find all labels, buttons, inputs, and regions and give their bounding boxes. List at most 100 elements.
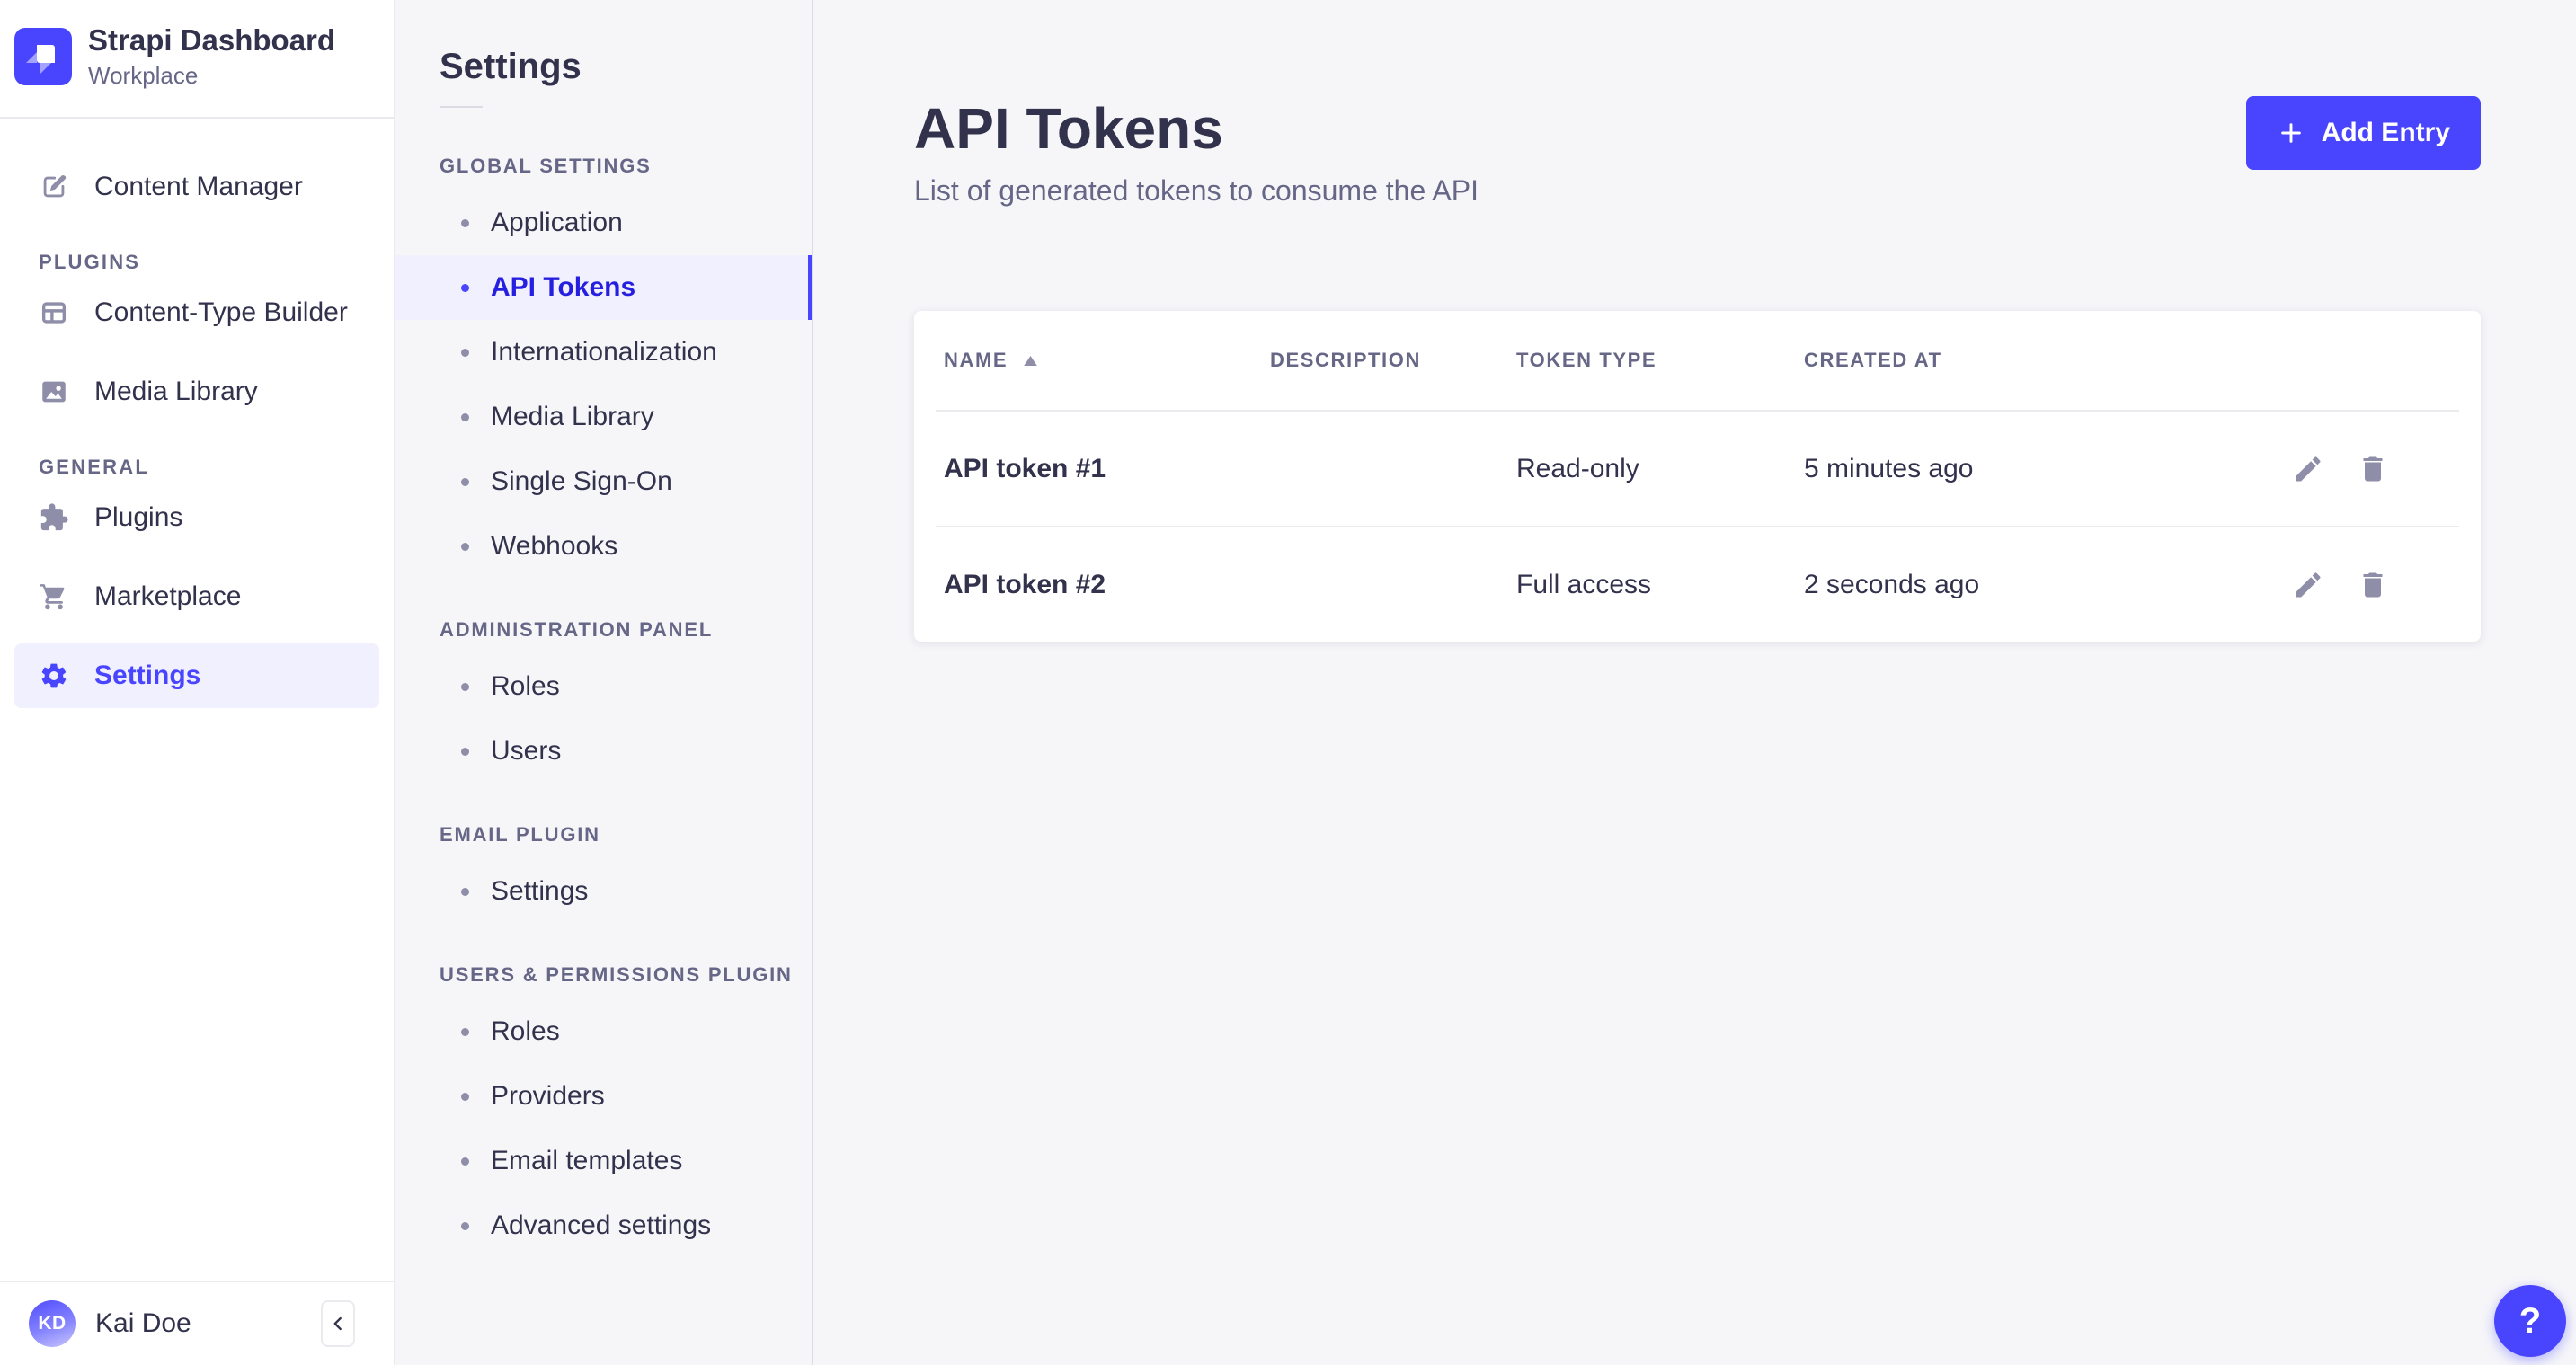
token-type: Read-only — [1516, 454, 1804, 484]
strapi-logo-icon — [14, 28, 72, 85]
bullet-icon — [461, 1093, 469, 1101]
sidebar-item-label: Settings — [94, 660, 200, 691]
bullet-icon — [461, 284, 469, 292]
header-text: API Tokens List of generated tokens to c… — [914, 95, 1479, 208]
delete-trash-icon[interactable] — [2357, 453, 2389, 485]
content-header: API Tokens List of generated tokens to c… — [914, 0, 2481, 208]
nav-section-plugins: PLUGINS — [39, 250, 379, 275]
subnav-item-users[interactable]: Users — [395, 719, 812, 784]
subnav-section-global-settings: GLOBAL SETTINGS — [440, 155, 794, 178]
subnav-item-application[interactable]: Application — [395, 191, 812, 255]
subnav-section-users-permissions-plugin: USERS & PERMISSIONS PLUGIN — [440, 963, 794, 987]
sort-ascending-icon[interactable] — [1024, 356, 1037, 366]
subnav-item-label: API Tokens — [491, 272, 635, 303]
bullet-icon — [461, 349, 469, 357]
add-entry-button[interactable]: Add Entry — [2246, 96, 2481, 170]
bullet-icon — [461, 478, 469, 486]
row-actions — [2271, 453, 2459, 485]
sidebar-item-media-library[interactable]: Media Library — [14, 359, 379, 424]
subnav-divider — [440, 106, 483, 108]
subnav-item-label: Providers — [491, 1081, 605, 1112]
subnav-item-label: Webhooks — [491, 531, 617, 562]
subnav-item-email-templates[interactable]: Email templates — [395, 1129, 812, 1193]
app-title: Strapi Dashboard — [88, 23, 335, 58]
delete-trash-icon[interactable] — [2357, 569, 2389, 601]
subnav-item-webhooks[interactable]: Webhooks — [395, 514, 812, 579]
subnav-item-label: Roles — [491, 1016, 560, 1047]
subnav-item-label: Single Sign-On — [491, 466, 672, 497]
sidebar-item-label: Content Manager — [94, 172, 303, 202]
edit-pencil-icon[interactable] — [2292, 569, 2324, 601]
plus-icon — [2277, 119, 2305, 147]
chevron-left-icon — [326, 1312, 350, 1335]
subnav-item-internationalization[interactable]: Internationalization — [395, 320, 812, 385]
brand-block: Strapi Dashboard Workplace — [0, 0, 394, 119]
page-title: API Tokens — [914, 95, 1479, 162]
nav-section-general: GENERAL — [39, 455, 379, 480]
column-header-name[interactable]: NAME — [936, 349, 1270, 372]
bullet-icon — [461, 1157, 469, 1166]
add-entry-label: Add Entry — [2322, 118, 2450, 148]
sidebar-item-marketplace[interactable]: Marketplace — [14, 564, 379, 629]
table-row[interactable]: API token #1 Read-only 5 minutes ago — [936, 410, 2459, 526]
subnav-item-providers[interactable]: Providers — [395, 1064, 812, 1129]
bullet-icon — [461, 413, 469, 421]
subnav-item-up-roles[interactable]: Roles — [395, 999, 812, 1064]
app-window: Strapi Dashboard Workplace Content Manag… — [0, 0, 2576, 1365]
main-menu: Content Manager PLUGINS Content-Type Bui… — [0, 119, 394, 1281]
subnav-item-label: Settings — [491, 876, 588, 907]
subnav-title: Settings — [440, 45, 812, 88]
page-subtitle: List of generated tokens to consume the … — [914, 173, 1479, 208]
subnav-item-label: Users — [491, 736, 561, 767]
column-header-created-at[interactable]: CREATED AT — [1804, 349, 2271, 372]
subnav-item-api-tokens[interactable]: API Tokens — [395, 255, 812, 320]
table-row[interactable]: API token #2 Full access 2 seconds ago — [936, 526, 2459, 642]
token-type: Full access — [1516, 570, 1804, 600]
sidebar-item-content-manager[interactable]: Content Manager — [14, 155, 379, 219]
main-sidebar: Strapi Dashboard Workplace Content Manag… — [0, 0, 395, 1365]
subnav-item-media-library[interactable]: Media Library — [395, 385, 812, 449]
collapse-sidebar-button[interactable] — [321, 1300, 355, 1347]
table-header-row: NAME DESCRIPTION TOKEN TYPE CREATED AT — [936, 311, 2459, 410]
sidebar-item-label: Media Library — [94, 377, 258, 407]
workspace-name: Workplace — [88, 62, 335, 90]
brand-text: Strapi Dashboard Workplace — [88, 23, 335, 90]
puzzle-icon — [39, 502, 69, 533]
media-library-icon — [39, 377, 69, 407]
edit-pencil-icon[interactable] — [2292, 453, 2324, 485]
bullet-icon — [461, 748, 469, 756]
sidebar-item-label: Marketplace — [94, 581, 241, 612]
subnav-item-advanced-settings[interactable]: Advanced settings — [395, 1193, 812, 1258]
sidebar-item-plugins[interactable]: Plugins — [14, 485, 379, 550]
help-button[interactable]: ? — [2494, 1285, 2566, 1357]
subnav-item-label: Roles — [491, 671, 560, 702]
avatar[interactable]: KD — [29, 1300, 76, 1347]
bullet-icon — [461, 543, 469, 551]
column-header-label: NAME — [944, 349, 1008, 372]
row-actions — [2271, 569, 2459, 601]
token-created-at: 2 seconds ago — [1804, 570, 2271, 600]
sidebar-item-label: Content-Type Builder — [94, 297, 348, 328]
shopping-cart-icon — [39, 581, 69, 612]
subnav-item-label: Internationalization — [491, 337, 717, 368]
content-type-builder-icon — [39, 297, 69, 328]
sidebar-item-content-type-builder[interactable]: Content-Type Builder — [14, 280, 379, 345]
gear-icon — [39, 660, 69, 691]
column-header-description[interactable]: DESCRIPTION — [1270, 349, 1516, 372]
main-content: API Tokens List of generated tokens to c… — [813, 0, 2576, 1365]
bullet-icon — [461, 219, 469, 227]
subnav-section-email-plugin: EMAIL PLUGIN — [440, 823, 794, 846]
subnav-item-label: Application — [491, 208, 623, 238]
subnav-item-label: Media Library — [491, 402, 654, 432]
subnav-item-email-settings[interactable]: Settings — [395, 859, 812, 924]
column-header-token-type[interactable]: TOKEN TYPE — [1516, 349, 1804, 372]
sidebar-item-label: Plugins — [94, 502, 182, 533]
token-name: API token #1 — [936, 454, 1270, 484]
subnav-item-label: Email templates — [491, 1146, 682, 1176]
sidebar-item-settings[interactable]: Settings — [14, 643, 379, 708]
token-created-at: 5 minutes ago — [1804, 454, 2271, 484]
subnav-item-roles[interactable]: Roles — [395, 654, 812, 719]
subnav-item-label: Advanced settings — [491, 1210, 711, 1241]
content-manager-icon — [39, 172, 69, 202]
subnav-item-single-sign-on[interactable]: Single Sign-On — [395, 449, 812, 514]
